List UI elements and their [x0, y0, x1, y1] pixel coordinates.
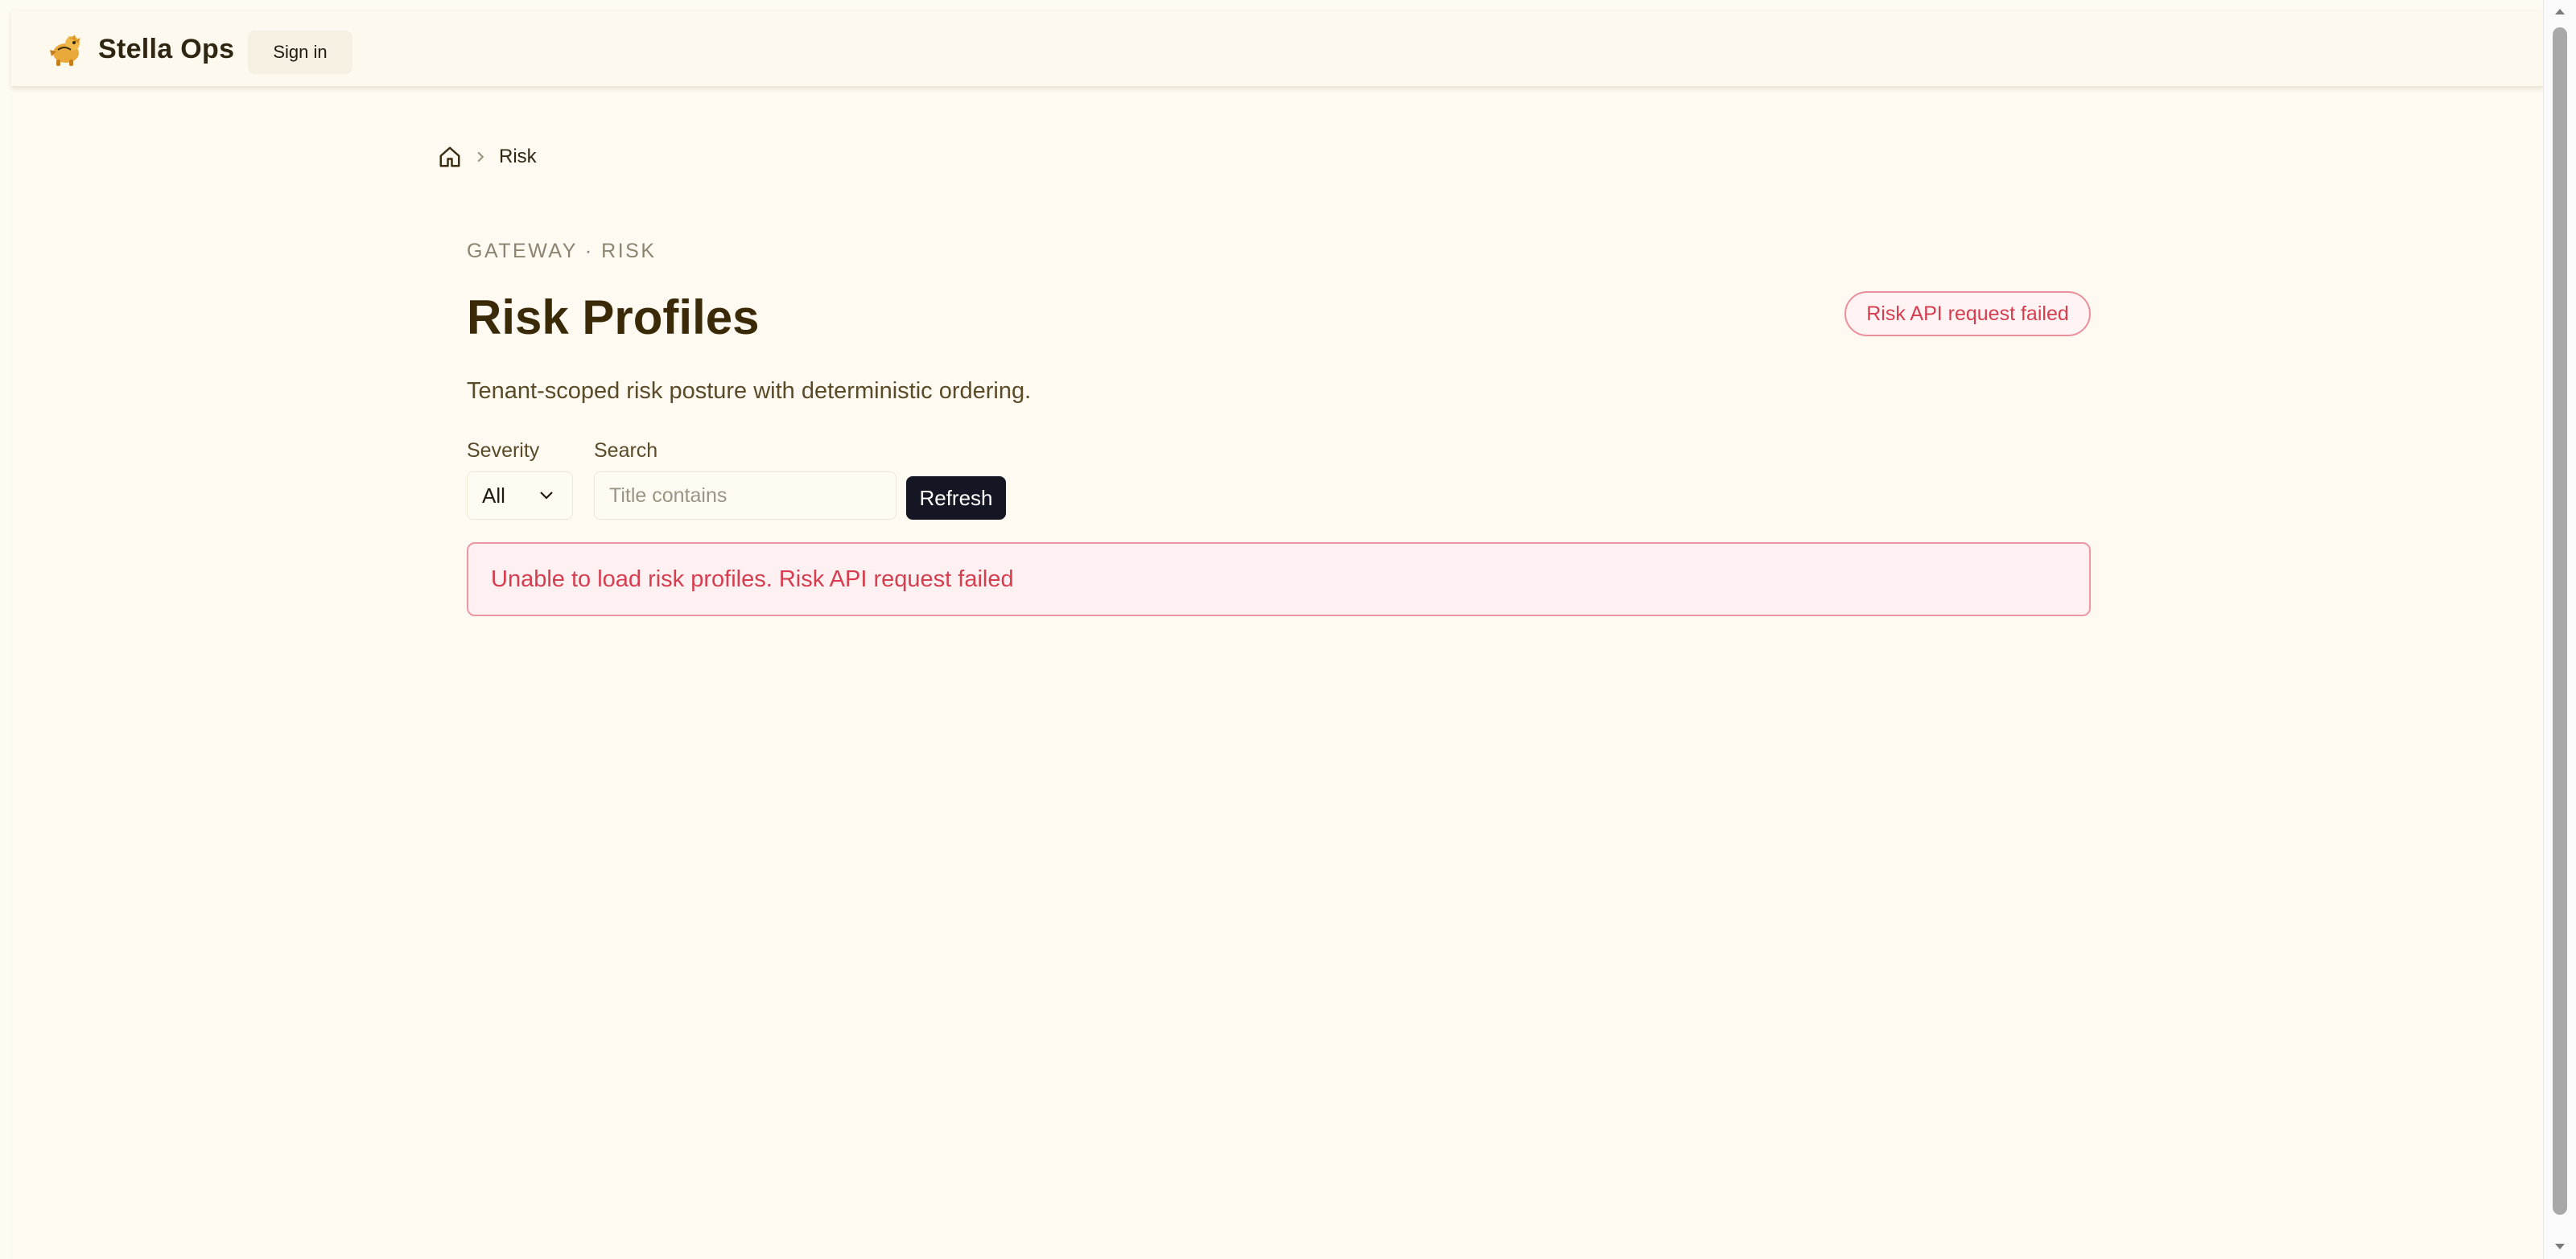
- page-title: Risk Profiles: [467, 290, 760, 344]
- scroll-up-icon[interactable]: [2553, 6, 2566, 16]
- severity-select[interactable]: All: [467, 471, 573, 520]
- top-navbar: Stella Ops Sign in: [11, 11, 2543, 87]
- scroll-down-icon[interactable]: [2553, 1242, 2566, 1252]
- page-eyebrow: GATEWAY · RISK: [467, 240, 657, 262]
- breadcrumb-current: Risk: [499, 146, 537, 167]
- chevron-down-icon: [540, 492, 553, 500]
- breadcrumb: Risk: [438, 145, 537, 169]
- brand-name: Stella Ops: [98, 33, 235, 64]
- error-alert-message: Unable to load risk profiles. Risk API r…: [491, 566, 1014, 592]
- severity-label: Severity: [467, 439, 540, 462]
- error-alert: Unable to load risk profiles. Risk API r…: [467, 542, 2091, 616]
- refresh-button[interactable]: Refresh: [906, 476, 1006, 520]
- sign-in-button[interactable]: Sign in: [248, 31, 352, 74]
- status-badge: Risk API request failed: [1844, 291, 2091, 336]
- page-subtitle: Tenant-scoped risk posture with determin…: [467, 378, 1032, 404]
- severity-selected-value: All: [482, 483, 505, 508]
- home-icon[interactable]: [438, 145, 462, 169]
- page-scrollbar[interactable]: [2543, 0, 2576, 1259]
- app-frame: Stella Ops Sign in Risk GATEWAY · RISK R…: [11, 11, 2543, 1259]
- search-label: Search: [594, 439, 658, 462]
- search-input[interactable]: [594, 471, 896, 520]
- scroll-thumb[interactable]: [2553, 27, 2567, 1215]
- mascot-logo-icon: [50, 35, 80, 66]
- chevron-right-icon: [477, 151, 484, 163]
- brand[interactable]: Stella Ops: [45, 31, 234, 68]
